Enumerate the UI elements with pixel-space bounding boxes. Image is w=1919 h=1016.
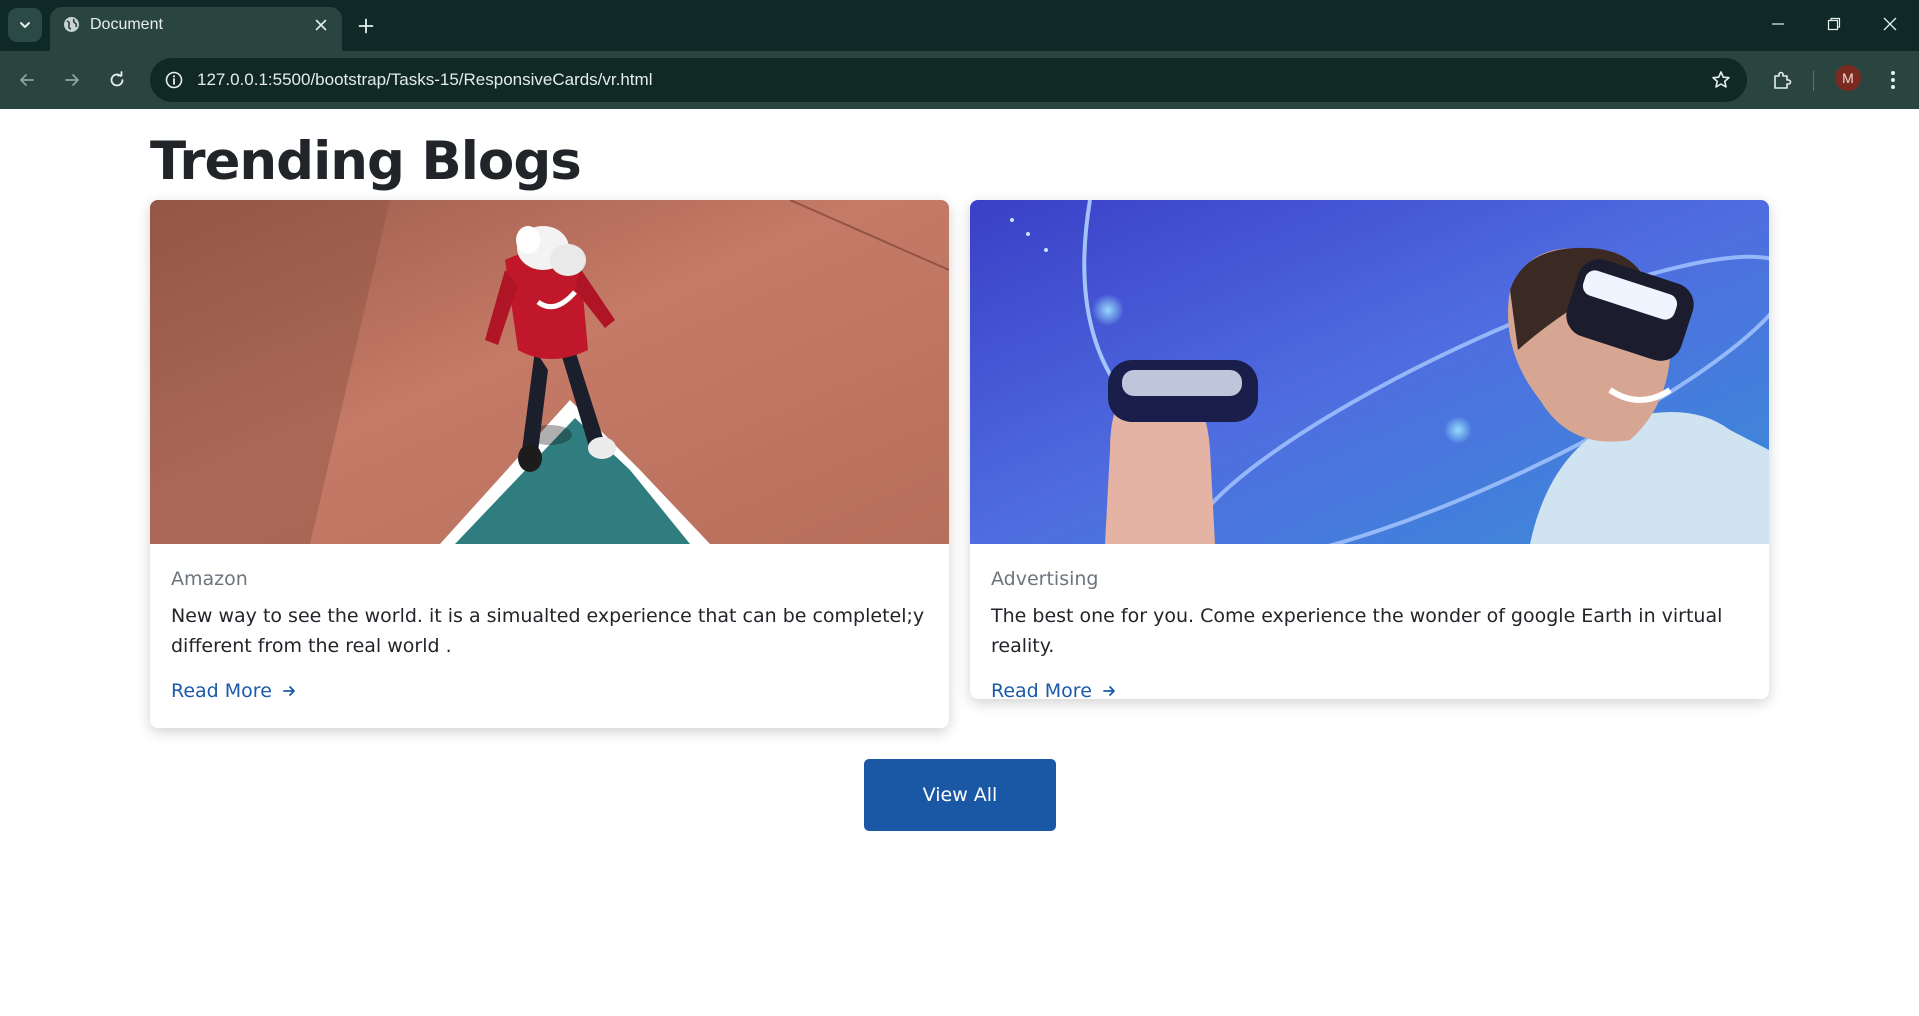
reload-icon — [110, 71, 124, 87]
card-body: Amazon New way to see the world. it is a… — [171, 568, 928, 702]
chevron-down-icon — [20, 22, 30, 28]
toolbar-divider — [1813, 71, 1814, 91]
vr-headsets-blue-glow-image — [970, 200, 1769, 544]
read-more-label: Read More — [171, 680, 272, 702]
card-text: The best one for you. Come experience th… — [991, 605, 1723, 657]
back-button[interactable] — [10, 63, 44, 97]
new-tab-button[interactable] — [351, 11, 381, 41]
plus-icon — [358, 18, 374, 34]
url-text[interactable]: 127.0.0.1:5500/bootstrap/Tasks-15/Respon… — [197, 70, 652, 90]
browser-tabstrip: Document — [0, 0, 1919, 51]
tab-title: Document — [90, 16, 163, 33]
card-image — [150, 200, 949, 544]
tab-close-button[interactable] — [309, 13, 333, 37]
forward-button[interactable] — [55, 63, 89, 97]
kebab-menu-icon — [1891, 71, 1895, 89]
globe-icon — [64, 17, 79, 32]
arrow-left-icon — [20, 74, 34, 86]
restore-icon — [1827, 17, 1841, 31]
tab-search-button[interactable] — [8, 8, 42, 42]
puzzle-icon — [1774, 71, 1792, 89]
card-text: New way to see the world. it is a simual… — [171, 605, 925, 657]
bookmark-button[interactable] — [1707, 66, 1735, 94]
arrow-right-icon — [282, 684, 296, 698]
star-icon — [1712, 71, 1730, 88]
card-subtitle: Amazon — [171, 568, 248, 590]
site-info-button[interactable] — [160, 66, 188, 94]
page-title: Trending Blogs — [150, 131, 582, 192]
read-more-label: Read More — [991, 680, 1092, 699]
card-subtitle: Advertising — [991, 568, 1099, 590]
card-body: Advertising The best one for you. Come e… — [991, 568, 1748, 699]
reload-button[interactable] — [100, 63, 134, 97]
card-image — [970, 200, 1769, 544]
arrow-right-icon — [65, 74, 79, 86]
arrow-right-icon — [1102, 684, 1116, 698]
close-icon — [1883, 17, 1897, 31]
read-more-link[interactable]: Read More — [171, 680, 296, 702]
blog-card: Amazon New way to see the world. it is a… — [150, 200, 949, 728]
close-icon — [315, 19, 327, 31]
profile-avatar[interactable]: M — [1835, 65, 1861, 91]
vr-headset-red-hoodie-court-image — [150, 200, 949, 544]
minimize-button[interactable] — [1750, 0, 1806, 48]
browser-toolbar: 127.0.0.1:5500/bootstrap/Tasks-15/Respon… — [0, 51, 1919, 109]
restore-button[interactable] — [1806, 0, 1862, 48]
read-more-link[interactable]: Read More — [991, 680, 1116, 699]
browser-menu-button[interactable] — [1878, 63, 1908, 97]
window-close-button[interactable] — [1862, 0, 1918, 48]
minimize-icon — [1772, 23, 1784, 25]
view-all-button[interactable]: View All — [864, 759, 1056, 831]
address-bar[interactable]: 127.0.0.1:5500/bootstrap/Tasks-15/Respon… — [150, 58, 1747, 102]
browser-tab-active[interactable]: Document — [50, 7, 342, 51]
info-icon — [165, 71, 183, 89]
extensions-button[interactable] — [1765, 63, 1799, 97]
page-content: Trending Blogs Amazon New way to see the… — [0, 109, 1919, 1016]
blog-card: Advertising The best one for you. Come e… — [970, 200, 1769, 699]
